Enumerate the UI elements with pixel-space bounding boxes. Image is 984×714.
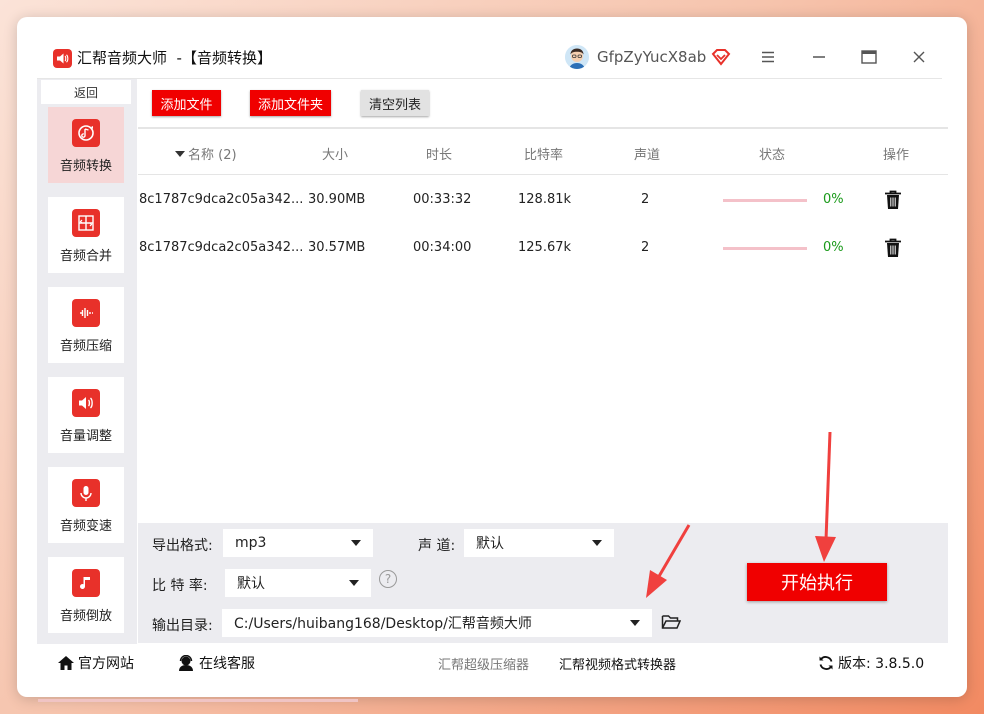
start-button[interactable]: 开始执行 — [747, 563, 887, 601]
column-header-status: 状态 — [759, 148, 786, 163]
file-name: 8c1787c9dca2c05a342... — [139, 192, 304, 207]
column-header-channels: 声道 — [634, 148, 661, 163]
maximize-icon[interactable] — [859, 47, 879, 67]
official-website-link[interactable]: 官方网站 — [57, 653, 134, 673]
sidebar-item-label: 音频合并 — [59, 249, 112, 264]
title-divider — [37, 78, 942, 79]
sidebar-item-audio-convert[interactable]: 音频转换 — [48, 107, 124, 183]
sidebar: 返回 音频转换 音频合并 音频压缩 音量调整 音频变速 音频倒放 — [37, 79, 137, 644]
vip-diamond-icon[interactable] — [711, 48, 731, 66]
app-window: 汇帮音频大师 -【音频转换】 GfpZyYucX8ab 返回 音频转换 音频合并… — [17, 17, 967, 697]
sidebar-item-audio-speed[interactable]: 音频变速 — [48, 467, 124, 543]
home-icon — [58, 656, 74, 670]
minimize-icon[interactable] — [809, 47, 829, 67]
table-row[interactable]: 8c1787c9dca2c05a342... 30.57MB 00:34:00 … — [138, 224, 948, 272]
video-converter-link[interactable]: 汇帮视频格式转换器 — [559, 654, 676, 673]
format-select[interactable]: mp3 — [223, 529, 373, 557]
sidebar-item-label: 音频压缩 — [59, 339, 112, 354]
column-header-actions: 操作 — [883, 148, 910, 163]
file-size: 30.90MB — [308, 192, 366, 207]
output-dir-label: 输出目录: — [152, 618, 213, 634]
file-size: 30.57MB — [308, 240, 366, 255]
menu-icon[interactable] — [758, 47, 778, 67]
output-dir-select[interactable]: C:/Users/huibang168/Desktop/汇帮音频大师 — [222, 609, 652, 637]
bitrate-label: 比 特 率: — [152, 578, 208, 594]
channel-value: 默认 — [476, 536, 504, 552]
chevron-down-icon — [349, 580, 359, 586]
sidebar-item-audio-merge[interactable]: 音频合并 — [48, 197, 124, 273]
headset-icon — [179, 655, 193, 671]
online-support-label: 在线客服 — [199, 656, 255, 672]
app-logo-icon — [53, 49, 72, 68]
file-duration: 00:34:00 — [413, 240, 472, 255]
column-header-size: 大小 — [322, 148, 349, 163]
progress-bar — [723, 199, 807, 202]
audio-merge-icon — [72, 209, 100, 237]
progress-percent: 0% — [823, 192, 844, 207]
user-avatar[interactable] — [565, 45, 589, 69]
progress-bar — [723, 247, 807, 250]
channel-select[interactable]: 默认 — [464, 529, 614, 557]
column-header-name-label: 名称 (2) — [188, 148, 237, 163]
sort-desc-icon — [175, 150, 185, 157]
footer: 官方网站 在线客服 汇帮超级压缩器 汇帮视频格式转换器 版本: 3.8.5.0 — [37, 644, 967, 684]
chevron-down-icon — [592, 540, 602, 546]
chevron-down-icon — [630, 620, 640, 626]
microphone-icon — [72, 479, 100, 507]
add-folder-button[interactable]: 添加文件夹 — [250, 90, 331, 116]
version-label: 版本: 3.8.5.0 — [838, 656, 925, 672]
bitrate-select[interactable]: 默认 — [225, 569, 371, 597]
format-value: mp3 — [235, 535, 267, 551]
decorative-bar — [38, 699, 358, 702]
audio-convert-icon — [72, 119, 100, 147]
window-title: 汇帮音频大师 -【音频转换】 — [77, 49, 272, 67]
file-duration: 00:33:32 — [413, 192, 472, 207]
sidebar-item-label: 音量调整 — [59, 429, 112, 444]
sidebar-item-label: 音频倒放 — [59, 609, 112, 624]
output-settings-panel: 导出格式: mp3 声 道: 默认 比 特 率: 默认 ? 输出目录: C:/U… — [138, 523, 948, 643]
sidebar-item-volume[interactable]: 音量调整 — [48, 377, 124, 453]
folder-open-icon[interactable] — [661, 613, 682, 631]
table-row[interactable]: 8c1787c9dca2c05a342... 30.90MB 00:33:32 … — [138, 176, 948, 224]
audio-compress-icon — [72, 299, 100, 327]
official-website-label: 官方网站 — [78, 656, 134, 672]
delete-icon[interactable] — [884, 238, 902, 258]
progress-percent: 0% — [823, 240, 844, 255]
sidebar-item-audio-reverse[interactable]: 音频倒放 — [48, 557, 124, 633]
back-button[interactable]: 返回 — [41, 80, 131, 104]
version-info: 版本: 3.8.5.0 — [818, 653, 924, 673]
column-header-duration: 时长 — [426, 148, 453, 163]
bitrate-value: 默认 — [237, 576, 265, 592]
file-bitrate: 128.81k — [518, 192, 572, 207]
column-header-name[interactable]: 名称 (2) — [175, 144, 237, 163]
format-label: 导出格式: — [152, 538, 213, 554]
title-bar: 汇帮音频大师 -【音频转换】 GfpZyYucX8ab — [17, 17, 967, 95]
file-channels: 2 — [641, 240, 650, 255]
add-file-button[interactable]: 添加文件 — [152, 90, 221, 116]
table-header: 名称 (2) 大小 时长 比特率 声道 状态 操作 — [138, 129, 948, 175]
online-support-link[interactable]: 在线客服 — [177, 653, 255, 673]
help-icon[interactable]: ? — [379, 570, 397, 588]
volume-icon — [72, 389, 100, 417]
sidebar-item-label: 音频转换 — [59, 159, 112, 174]
close-icon[interactable] — [909, 47, 929, 67]
compressor-link[interactable]: 汇帮超级压缩器 — [438, 654, 529, 673]
refresh-icon[interactable] — [818, 655, 834, 671]
file-channels: 2 — [641, 192, 650, 207]
username-label[interactable]: GfpZyYucX8ab — [597, 48, 706, 66]
column-header-bitrate: 比特率 — [524, 148, 564, 163]
chevron-down-icon — [351, 540, 361, 546]
channel-label: 声 道: — [418, 538, 456, 554]
sidebar-item-label: 音频变速 — [59, 519, 112, 534]
sidebar-item-audio-compress[interactable]: 音频压缩 — [48, 287, 124, 363]
delete-icon[interactable] — [884, 190, 902, 210]
output-dir-value: C:/Users/huibang168/Desktop/汇帮音频大师 — [234, 616, 532, 632]
music-note-icon — [72, 569, 100, 597]
file-bitrate: 125.67k — [518, 240, 572, 255]
clear-list-button[interactable]: 清空列表 — [361, 90, 429, 116]
file-name: 8c1787c9dca2c05a342... — [139, 240, 304, 255]
